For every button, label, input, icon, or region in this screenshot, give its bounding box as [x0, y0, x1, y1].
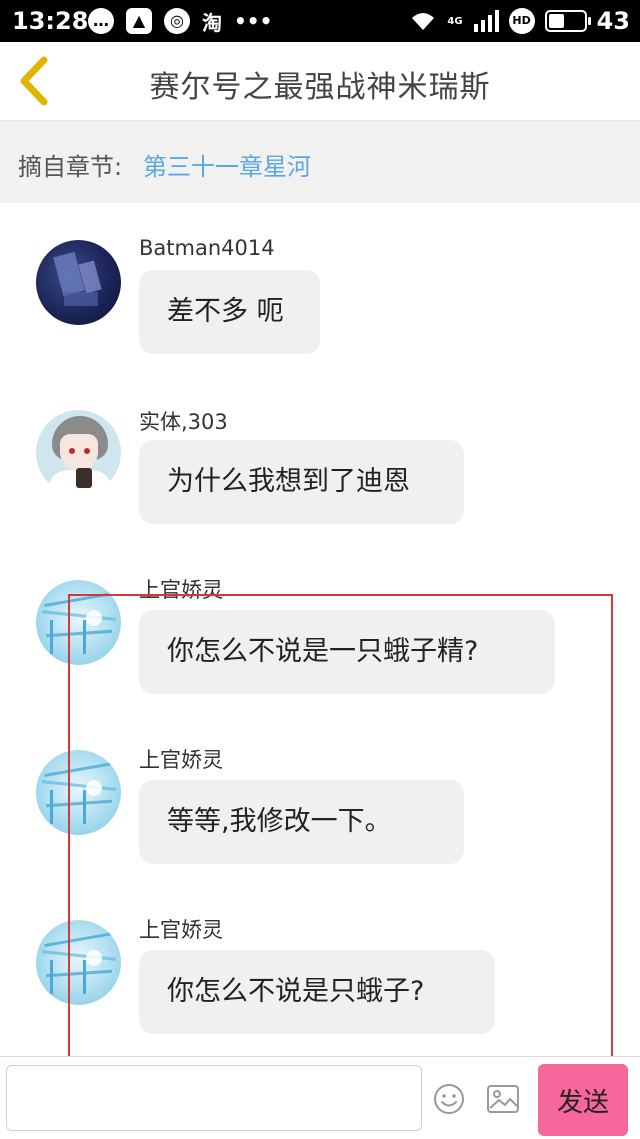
- message-bubble: 你怎么不说是一只蛾子精?: [139, 610, 555, 694]
- message-username: 上官娇灵: [139, 578, 223, 602]
- message-item: 实体,303 为什么我想到了迪恩: [0, 408, 640, 528]
- message-item: 上官娇灵 等等,我修改一下。: [0, 748, 640, 868]
- taobao-icon: 淘: [202, 10, 222, 35]
- notification-icon: ▲: [126, 8, 152, 34]
- battery-percent: 43: [596, 7, 630, 35]
- message-bubble: 为什么我想到了迪恩: [139, 440, 464, 524]
- signal-icon: [473, 10, 499, 32]
- chapter-bar: 摘自章节: 第三十一章星河: [0, 121, 640, 203]
- emoji-icon: [434, 1084, 464, 1114]
- status-bar: 13:28 … ▲ ◎ 淘 ••• 4G HD 43: [0, 0, 640, 42]
- avatar[interactable]: [36, 410, 121, 495]
- message-item: 上官娇灵 你怎么不说是只蛾子?: [0, 918, 640, 1038]
- avatar[interactable]: [36, 580, 121, 665]
- app-icon: ◎: [164, 8, 190, 34]
- message-bubble: 等等,我修改一下。: [139, 780, 464, 864]
- message-item: Batman4014 差不多 呃: [0, 236, 640, 358]
- app-header: 赛尔号之最强战神米瑞斯: [0, 42, 640, 121]
- message-icon: …: [88, 8, 114, 34]
- avatar[interactable]: [36, 920, 121, 1005]
- image-button[interactable]: [486, 1083, 520, 1115]
- chapter-link[interactable]: 第三十一章星河: [143, 147, 311, 182]
- send-button[interactable]: 发送: [538, 1064, 628, 1136]
- image-icon: [487, 1085, 519, 1113]
- battery-icon: [544, 10, 591, 32]
- chapter-label: 摘自章节:: [18, 153, 123, 181]
- network-label: 4G: [447, 15, 463, 27]
- message-username: 上官娇灵: [139, 918, 223, 942]
- page-title: 赛尔号之最强战神米瑞斯: [149, 70, 491, 105]
- message-input[interactable]: [6, 1065, 422, 1131]
- message-bubble: 你怎么不说是只蛾子?: [139, 950, 495, 1034]
- hd-icon: HD: [508, 8, 535, 34]
- emoji-button[interactable]: [433, 1083, 465, 1115]
- message-username: 上官娇灵: [139, 748, 223, 772]
- wifi-icon: [412, 13, 435, 30]
- message-username: 实体,303: [139, 410, 228, 434]
- message-username: Batman4014: [139, 236, 275, 260]
- avatar[interactable]: [36, 240, 121, 325]
- status-time: 13:28: [12, 7, 89, 35]
- message-bubble: 差不多 呃: [139, 270, 320, 354]
- message-item: 上官娇灵 你怎么不说是一只蛾子精?: [0, 578, 640, 698]
- more-icon: •••: [234, 9, 273, 33]
- avatar[interactable]: [36, 750, 121, 835]
